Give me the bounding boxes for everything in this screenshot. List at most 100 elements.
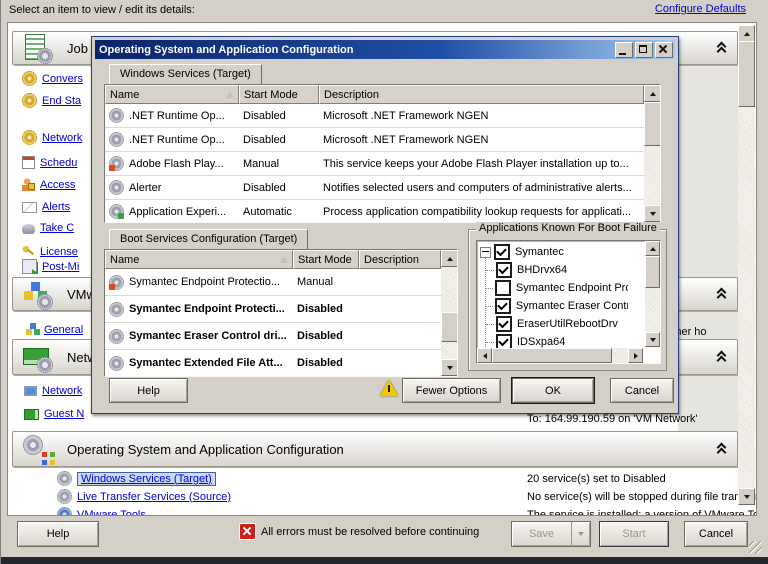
- save-split-button[interactable]: Save: [511, 521, 591, 547]
- sidebar-item-network-settings[interactable]: Network: [24, 385, 100, 397]
- save-dropdown-button[interactable]: [571, 522, 590, 546]
- dialog-help-button[interactable]: Help: [109, 378, 188, 403]
- resize-grip[interactable]: [749, 541, 762, 554]
- sidebar-item-conversion[interactable]: Convers: [22, 71, 100, 86]
- column-header-name[interactable]: Name: [105, 85, 239, 104]
- column-header-description[interactable]: Description: [319, 85, 644, 104]
- main-vertical-scrollbar[interactable]: [738, 25, 755, 505]
- checkbox[interactable]: [494, 244, 510, 260]
- sidebar-item-access[interactable]: Access: [22, 178, 100, 191]
- vmware-tools-link[interactable]: VMware Tools: [77, 509, 146, 517]
- boot-service-row[interactable]: Symantec Endpoint Protectio... Manual: [105, 269, 457, 296]
- live-transfer-link[interactable]: Live Transfer Services (Source): [77, 491, 231, 503]
- sidebar-item-label[interactable]: Post-Mi: [42, 261, 79, 273]
- tree-item[interactable]: Symantec Eraser Control c: [480, 297, 628, 315]
- maximize-button[interactable]: [635, 42, 653, 58]
- collapse-chevron-icon[interactable]: [716, 352, 727, 362]
- user-lock-icon: [22, 178, 35, 191]
- scroll-up-button[interactable]: [644, 85, 661, 102]
- sidebar-item-general[interactable]: General: [26, 323, 100, 336]
- configure-defaults-link[interactable]: Configure Defaults: [655, 3, 746, 15]
- scrollbar-thumb[interactable]: [644, 102, 661, 146]
- service-row[interactable]: .NET Runtime Op... Disabled Microsoft .N…: [105, 128, 660, 152]
- dialog-titlebar[interactable]: Operating System and Application Configu…: [95, 40, 675, 59]
- sidebar-item-label[interactable]: Take C: [40, 222, 74, 234]
- sidebar-item-label[interactable]: License: [40, 246, 78, 258]
- column-header-description[interactable]: Description: [359, 250, 441, 269]
- tree-item[interactable]: BHDrvx64: [480, 261, 628, 279]
- tree-item[interactable]: Symantec Endpoint Protec: [480, 279, 628, 297]
- scroll-left-button[interactable]: [477, 348, 492, 363]
- scrollbar-thumb[interactable]: [441, 312, 458, 342]
- scroll-down-button[interactable]: [738, 488, 755, 505]
- sidebar-item-label[interactable]: Access: [40, 179, 75, 191]
- scroll-down-button[interactable]: [644, 205, 661, 222]
- scroll-down-button[interactable]: [441, 359, 458, 376]
- windows-services-link[interactable]: Windows Services (Target): [77, 472, 216, 486]
- sidebar-item-network[interactable]: Network: [22, 130, 100, 145]
- ok-button[interactable]: OK: [512, 378, 594, 403]
- checkbox[interactable]: [496, 262, 512, 278]
- dialog-cancel-button[interactable]: Cancel: [610, 378, 674, 403]
- tree-item-symantec[interactable]: Symantec: [480, 243, 628, 261]
- collapse-chevron-icon[interactable]: [716, 43, 727, 53]
- boot-service-row[interactable]: Symantec Extended File Att... Disabled: [105, 350, 457, 377]
- tab-windows-services[interactable]: Windows Services (Target): [109, 64, 262, 84]
- collapse-minus-icon[interactable]: [480, 247, 491, 258]
- boot-service-row[interactable]: Symantec Eraser Control dri... Disabled: [105, 323, 457, 350]
- sidebar-item-label[interactable]: Network: [42, 132, 82, 144]
- tree-vertical-scrollbar[interactable]: [645, 241, 660, 347]
- column-header-name[interactable]: Name: [105, 250, 293, 269]
- sidebar-item-label[interactable]: Network: [42, 385, 82, 397]
- osapp-row-vmware-tools[interactable]: VMware Tools The service is installed; a…: [57, 507, 737, 516]
- minimize-button[interactable]: [615, 42, 633, 58]
- sidebar-item-end-states[interactable]: End Sta: [22, 93, 100, 108]
- checkbox[interactable]: [495, 298, 511, 314]
- service-row[interactable]: .NET Runtime Op... Disabled Microsoft .N…: [105, 104, 660, 128]
- services-table-scrollbar[interactable]: [644, 85, 660, 222]
- boot-service-row[interactable]: Symantec Endpoint Protecti... Disabled: [105, 296, 457, 323]
- sidebar-item-label[interactable]: Guest N: [44, 408, 84, 420]
- collapse-chevron-icon[interactable]: [716, 289, 727, 299]
- osapp-row-live-transfer[interactable]: Live Transfer Services (Source) No servi…: [57, 489, 737, 504]
- fewer-options-button[interactable]: Fewer Options: [402, 378, 501, 403]
- osapp-section-header[interactable]: Operating System and Application Configu…: [12, 431, 738, 467]
- tab-boot-services[interactable]: Boot Services Configuration (Target): [109, 229, 308, 249]
- tree-horizontal-scrollbar[interactable]: [477, 348, 643, 363]
- sidebar-item-schedule[interactable]: Schedu: [22, 156, 100, 169]
- scrollbar-thumb[interactable]: [645, 256, 660, 288]
- column-header-start-mode[interactable]: Start Mode: [293, 250, 359, 269]
- help-button[interactable]: Help: [17, 521, 99, 547]
- osapp-row-windows-services[interactable]: Windows Services (Target) 20 service(s) …: [57, 471, 737, 486]
- sidebar-item-label[interactable]: End Sta: [42, 95, 81, 107]
- sidebar-item-alerts[interactable]: Alerts: [22, 200, 100, 213]
- cancel-button[interactable]: Cancel: [684, 521, 748, 547]
- service-row[interactable]: Adobe Flash Play... Manual This service …: [105, 152, 660, 176]
- service-row[interactable]: Application Experi... Automatic Process …: [105, 200, 660, 223]
- scrollbar-thumb[interactable]: [492, 348, 612, 363]
- sidebar-item-label[interactable]: Convers: [42, 73, 83, 85]
- sidebar-item-license[interactable]: License: [22, 245, 100, 258]
- boot-services-table: Name Start Mode Description Symantec End…: [104, 249, 458, 377]
- checkbox[interactable]: [496, 316, 512, 332]
- start-button[interactable]: Start: [599, 521, 669, 547]
- sidebar-item-take-control[interactable]: Take C: [22, 222, 100, 234]
- scroll-up-button[interactable]: [441, 250, 458, 267]
- tree-item[interactable]: EraserUtilRebootDrv: [480, 315, 628, 333]
- boot-table-scrollbar[interactable]: [441, 250, 457, 376]
- scrollbar-thumb[interactable]: [738, 41, 755, 107]
- scroll-up-button[interactable]: [645, 241, 660, 256]
- sidebar-item-post-migration[interactable]: Post-Mi: [22, 259, 100, 274]
- sidebar-item-guest-nic[interactable]: Guest N: [24, 407, 100, 420]
- close-button[interactable]: [655, 42, 673, 58]
- scroll-up-button[interactable]: [738, 25, 755, 42]
- column-header-start-mode[interactable]: Start Mode: [239, 85, 319, 104]
- scroll-down-button[interactable]: [645, 332, 660, 347]
- service-row[interactable]: Alerter Disabled Notifies selected users…: [105, 176, 660, 200]
- checkbox[interactable]: [495, 280, 511, 296]
- collapse-chevron-icon[interactable]: [716, 444, 727, 454]
- sidebar-item-label[interactable]: Schedu: [40, 157, 77, 169]
- scroll-right-button[interactable]: [628, 348, 643, 363]
- sidebar-item-label[interactable]: Alerts: [42, 201, 70, 213]
- sidebar-item-label[interactable]: General: [44, 324, 83, 336]
